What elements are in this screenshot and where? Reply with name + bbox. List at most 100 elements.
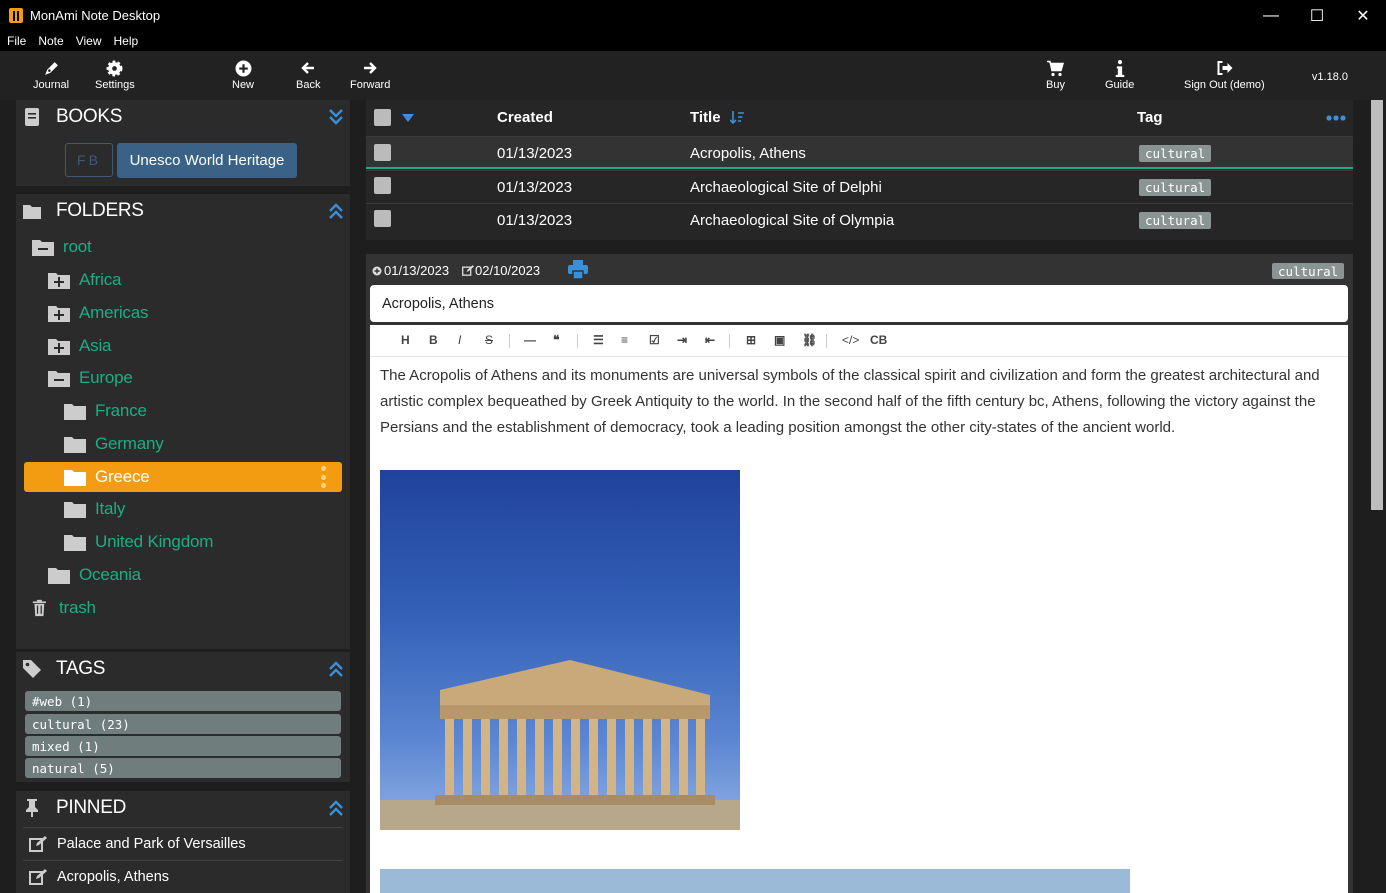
row-checkbox[interactable] (374, 177, 391, 194)
note-title-input[interactable]: Acropolis, Athens (370, 285, 1348, 322)
folder-label: Americas (79, 303, 149, 322)
pinned-item[interactable]: Palace and Park of Versailles (23, 827, 342, 860)
pinned-header[interactable]: PINNED (16, 791, 350, 825)
column-title[interactable]: Title (690, 109, 721, 126)
row-tag-badge[interactable]: cultural (1139, 212, 1212, 229)
heading-button[interactable]: H (401, 333, 410, 347)
folder-germany[interactable]: Germany (64, 429, 164, 459)
note-body-text[interactable]: The Acropolis of Athens and its monument… (380, 363, 1340, 441)
minimize-button[interactable]: — (1248, 0, 1294, 31)
column-created[interactable]: Created (497, 109, 553, 126)
folder-europe[interactable]: Europe (48, 363, 133, 393)
tag-cultural[interactable]: cultural (23) (25, 714, 341, 734)
quote-button[interactable]: ❝ (553, 333, 559, 347)
sign-out-icon (1215, 59, 1233, 77)
print-icon[interactable] (568, 260, 588, 279)
horizontal-rule-button[interactable]: — (524, 333, 536, 347)
folder-root[interactable]: root (32, 232, 92, 262)
note-meta: 01/13/2023 02/10/2023 cultural (366, 254, 1353, 286)
new-label: New (232, 79, 255, 91)
gear-icon (106, 59, 124, 77)
note-tag-badge[interactable]: cultural (1272, 263, 1345, 279)
task-list-button[interactable]: ☑ (649, 333, 660, 347)
note-content[interactable]: H B I S — ❝ ☰ ≡ ☑ ⇥ ⇤ ⊞ ▣ ⛓ </> CB The A… (370, 325, 1348, 893)
column-tag[interactable]: Tag (1137, 109, 1163, 126)
image-button[interactable]: ▣ (774, 333, 785, 347)
settings-button[interactable]: Settings (95, 59, 135, 91)
sort-desc-icon[interactable] (730, 111, 744, 126)
caret-down-icon[interactable] (402, 114, 414, 122)
select-all-checkbox[interactable] (374, 109, 391, 126)
app-logo-icon (9, 8, 23, 23)
tag-web[interactable]: #web (1) (25, 691, 341, 711)
back-button[interactable]: Back (296, 59, 320, 91)
indent-button[interactable]: ⇥ (677, 333, 687, 347)
table-button[interactable]: ⊞ (746, 333, 756, 347)
folder-label: France (95, 401, 147, 420)
editor-scrollbar[interactable] (1368, 100, 1386, 893)
tag-natural[interactable]: natural (5) (25, 758, 341, 778)
code-block-button[interactable]: CB (870, 333, 887, 347)
ordered-list-button[interactable]: ≡ (621, 333, 628, 347)
chevrons-down-icon[interactable] (328, 108, 344, 126)
table-row[interactable]: 01/13/2023 Acropolis, Athens cultural (366, 136, 1353, 169)
folder-label: root (63, 237, 92, 256)
more-vertical-icon[interactable] (320, 466, 326, 488)
strikethrough-button[interactable]: S (485, 333, 493, 347)
row-title: Acropolis, Athens (690, 145, 806, 162)
folder-united-kingdom[interactable]: United Kingdom (64, 527, 213, 557)
guide-button[interactable]: Guide (1105, 59, 1134, 91)
close-button[interactable]: ✕ (1340, 0, 1386, 31)
sign-out-button[interactable]: Sign Out (demo) (1184, 59, 1265, 91)
buy-button[interactable]: Buy (1046, 59, 1065, 91)
pinned-item[interactable]: Acropolis, Athens (23, 860, 342, 893)
new-button[interactable]: New (232, 59, 254, 91)
scrollbar-thumb[interactable] (1371, 100, 1383, 510)
folder-plus-icon (48, 306, 70, 322)
folder-africa[interactable]: Africa (48, 265, 121, 295)
folder-oceania[interactable]: Oceania (48, 560, 141, 590)
menu-help[interactable]: Help (114, 34, 139, 48)
row-tag-badge[interactable]: cultural (1139, 145, 1212, 162)
journal-button[interactable]: Journal (33, 59, 69, 91)
book-unesco-button[interactable]: Unesco World Heritage (117, 143, 297, 178)
folder-label: Germany (95, 434, 164, 453)
info-icon (1111, 59, 1129, 77)
window-title: MonAmi Note Desktop (30, 8, 161, 23)
folder-greece[interactable]: Greece (24, 462, 342, 492)
menu-note[interactable]: Note (38, 34, 63, 48)
forward-button[interactable]: Forward (350, 59, 390, 91)
folders-header[interactable]: FOLDERS (16, 194, 350, 228)
more-horizontal-icon[interactable] (1326, 115, 1346, 121)
chevrons-up-icon[interactable] (328, 202, 344, 220)
row-tag-badge[interactable]: cultural (1139, 179, 1212, 196)
folder-italy[interactable]: Italy (64, 494, 125, 524)
code-button[interactable]: </> (842, 333, 859, 347)
table-row[interactable]: 01/13/2023 Archaeological Site of Delphi… (366, 170, 1353, 203)
menu-file[interactable]: File (7, 34, 26, 48)
folder-france[interactable]: France (64, 396, 147, 426)
row-checkbox[interactable] (374, 210, 391, 227)
books-header[interactable]: BOOKS (16, 100, 350, 134)
folder-americas[interactable]: Americas (48, 298, 148, 328)
row-checkbox[interactable] (374, 144, 391, 161)
main-area: Created Title Tag 01/13/2023 Acropolis, … (360, 100, 1368, 893)
chevrons-up-icon[interactable] (328, 799, 344, 817)
table-row[interactable]: 01/13/2023 Archaeological Site of Olympi… (366, 203, 1353, 236)
note-editor: 01/13/2023 02/10/2023 cultural Acropolis… (366, 254, 1353, 893)
italic-button[interactable]: I (458, 333, 461, 347)
outdent-button[interactable]: ⇤ (705, 333, 715, 347)
toolbar-divider (509, 334, 510, 348)
maximize-button[interactable]: ☐ (1294, 0, 1340, 31)
tags-header[interactable]: TAGS (16, 652, 350, 686)
menu-view[interactable]: View (76, 34, 102, 48)
folder-asia[interactable]: Asia (48, 331, 111, 361)
folder-trash[interactable]: trash (32, 593, 96, 623)
book-fb-button[interactable]: FB (65, 143, 113, 177)
chevrons-up-icon[interactable] (328, 660, 344, 678)
tag-mixed[interactable]: mixed (1) (25, 736, 341, 756)
bullet-list-button[interactable]: ☰ (593, 333, 604, 347)
link-button[interactable]: ⛓ (802, 333, 817, 347)
pinned-title: PINNED (56, 797, 126, 818)
bold-button[interactable]: B (429, 333, 438, 347)
